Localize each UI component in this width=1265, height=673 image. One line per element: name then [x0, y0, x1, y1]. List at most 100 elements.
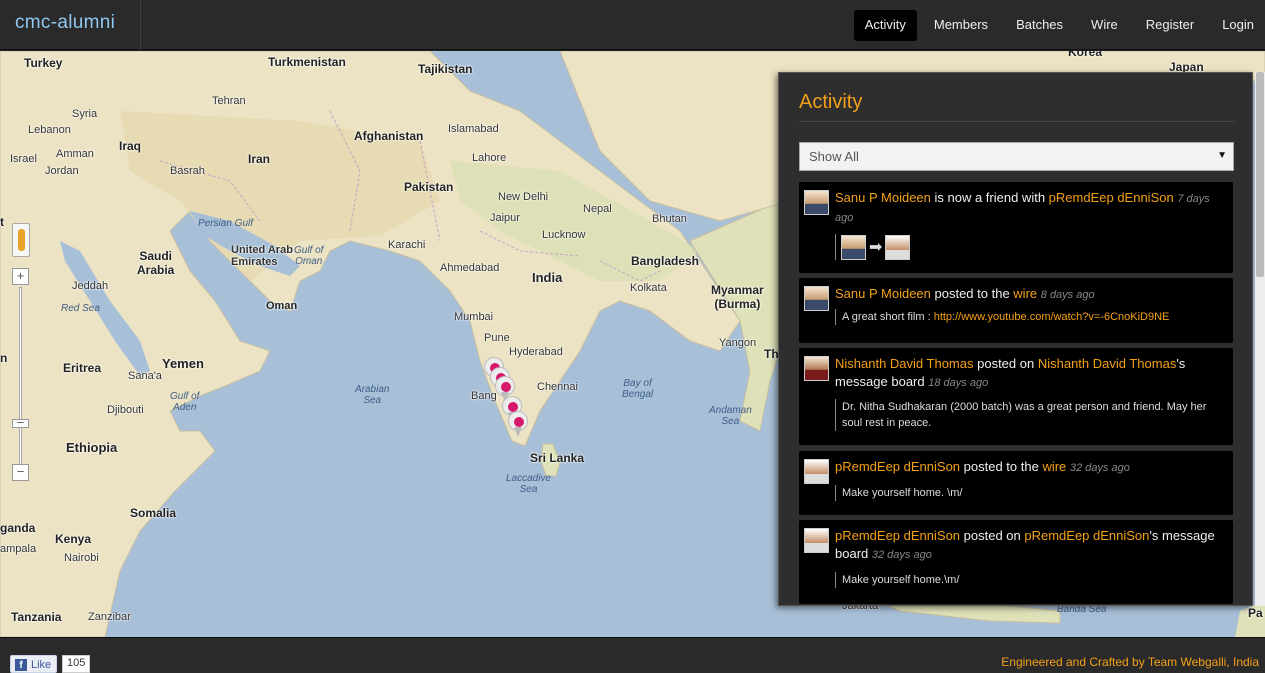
map-label: Korea — [1068, 51, 1103, 59]
map-label: Hyderabad — [509, 346, 563, 358]
avatar[interactable] — [804, 459, 829, 484]
map-marker[interactable] — [508, 411, 528, 437]
map-label: India — [532, 270, 563, 285]
map-label: Somalia — [130, 506, 177, 520]
timestamp: 8 days ago — [1040, 289, 1095, 301]
map-label: Lucknow — [542, 229, 586, 241]
actor-link[interactable]: pRemdEep dEnniSon — [835, 528, 960, 543]
map-label: Arabian Sea — [355, 384, 390, 406]
map-label: Jaipur — [490, 212, 520, 224]
map-label: Lahore — [472, 152, 507, 164]
activity-item: Sanu P Moideen is now a friend with pRem… — [799, 182, 1233, 273]
map-label: Tajikistan — [418, 62, 473, 76]
map-label: Karachi — [388, 239, 426, 251]
map-label: Kolkata — [630, 282, 667, 294]
map-label: ampala — [0, 543, 37, 555]
target-link[interactable]: pRemdEep dEnniSon — [1049, 190, 1174, 205]
brand-logo[interactable]: cmc-alumni — [0, 0, 141, 50]
activity-text: Sanu P Moideen posted to the wire 8 days… — [835, 285, 1227, 304]
nav-register[interactable]: Register — [1135, 10, 1205, 41]
post-body: Make yourself home. \m/ — [835, 485, 1227, 501]
map-label: n — [0, 351, 8, 365]
zoom-slider-handle[interactable]: − — [12, 416, 29, 429]
avatar[interactable] — [804, 528, 829, 553]
map-label: Jeddah — [72, 280, 109, 292]
target-link[interactable]: pRemdEep dEnniSon — [1024, 528, 1149, 543]
activity-item: pRemdEep dEnniSon posted on pRemdEep dEn… — [799, 520, 1233, 604]
map-label: Amman — [56, 148, 94, 160]
avatar[interactable] — [804, 190, 829, 215]
map-label: Laccadive Sea — [506, 473, 552, 495]
top-bar: cmc-alumni Activity Members Batches Wire… — [0, 0, 1265, 50]
map-label: Red Sea — [61, 303, 100, 314]
map-label: Eritrea — [63, 361, 102, 375]
activity-text: Sanu P Moideen is now a friend with pRem… — [835, 189, 1227, 227]
post-text: A great short film : — [842, 311, 934, 323]
map-label: Sana'a — [128, 370, 162, 382]
post-body: Make yourself home.\m/ — [835, 572, 1227, 588]
map-label: Mumbai — [454, 311, 494, 323]
target-link[interactable]: wire — [1042, 459, 1066, 474]
activity-text: pRemdEep dEnniSon posted to the wire 32 … — [835, 458, 1227, 477]
divider — [799, 121, 1234, 122]
post-link[interactable]: http://www.youtube.com/watch?v=-6CnoKiD9… — [934, 311, 1170, 323]
map-label: Sri Lanka — [530, 451, 585, 465]
activity-verb: posted on — [973, 356, 1038, 371]
map-label: Tanzania — [11, 610, 62, 624]
avatar[interactable] — [885, 234, 911, 260]
panel-title: Activity — [799, 91, 863, 113]
map-label: Myanmar (Burma) — [711, 283, 764, 311]
map-label: Ahmedabad — [440, 262, 500, 274]
map-label: Saudi Arabia — [137, 249, 175, 277]
map-label: Turkey — [24, 56, 63, 70]
map-label: t — [0, 215, 4, 229]
target-link[interactable]: wire — [1013, 286, 1037, 301]
activity-filter-select[interactable]: Show All ▼ — [799, 142, 1234, 171]
avatar[interactable] — [804, 286, 829, 311]
panel-scrollbar[interactable] — [1255, 72, 1265, 606]
street-view-pegman[interactable] — [12, 223, 30, 257]
chevron-down-icon: ▼ — [1217, 150, 1227, 161]
post-body: Dr. Nitha Sudhakaran (2000 batch) was a … — [835, 399, 1227, 431]
zoom-out-button[interactable]: − — [12, 464, 29, 481]
map-label: United Arab Emirates — [231, 244, 293, 268]
map-label: Israel — [10, 153, 37, 165]
map-label: Afghanistan — [354, 129, 424, 143]
actor-link[interactable]: Sanu P Moideen — [835, 190, 931, 205]
map-label: ganda — [0, 521, 36, 535]
scrollbar-thumb[interactable] — [1256, 72, 1264, 277]
zoom-in-button[interactable]: + — [12, 268, 29, 285]
timestamp: 32 days ago — [871, 549, 932, 561]
activity-verb: is now a friend with — [930, 190, 1049, 205]
footer: f Like 105 Engineered and Crafted by Tea… — [0, 637, 1265, 673]
nav-wire[interactable]: Wire — [1080, 10, 1129, 41]
nav-activity[interactable]: Activity — [853, 10, 917, 41]
map-label: Zanzibar — [88, 611, 131, 623]
map-label: Pakistan — [404, 180, 454, 194]
nav-login[interactable]: Login — [1211, 10, 1265, 41]
map-label: Lebanon — [28, 124, 71, 136]
map-label: Nepal — [583, 203, 612, 215]
nav-members[interactable]: Members — [923, 10, 999, 41]
zoom-slider-track[interactable] — [19, 287, 22, 467]
footer-credit[interactable]: Engineered and Crafted by Team Webgalli,… — [1001, 655, 1259, 669]
filter-value: Show All — [809, 149, 859, 164]
timestamp: 32 days ago — [1069, 462, 1130, 474]
map-label: Tehran — [212, 95, 246, 107]
map-label: Jordan — [45, 165, 79, 177]
actor-link[interactable]: Sanu P Moideen — [835, 286, 931, 301]
map-label: Pa — [1248, 606, 1263, 620]
map-label: Bay of Bengal — [622, 378, 654, 400]
map-label: Basrah — [170, 165, 205, 177]
actor-link[interactable]: Nishanth David Thomas — [835, 356, 974, 371]
like-label: Like — [31, 658, 52, 671]
timestamp: 18 days ago — [928, 377, 989, 389]
map-label: Djibouti — [107, 404, 144, 416]
actor-link[interactable]: pRemdEep dEnniSon — [835, 459, 960, 474]
avatar[interactable] — [804, 356, 829, 381]
target-link[interactable]: Nishanth David Thomas — [1038, 356, 1177, 371]
nav-batches[interactable]: Batches — [1005, 10, 1074, 41]
activity-text: Nishanth David Thomas posted on Nishanth… — [835, 355, 1227, 392]
facebook-like-button[interactable]: f Like — [10, 655, 58, 673]
avatar[interactable] — [841, 234, 866, 260]
